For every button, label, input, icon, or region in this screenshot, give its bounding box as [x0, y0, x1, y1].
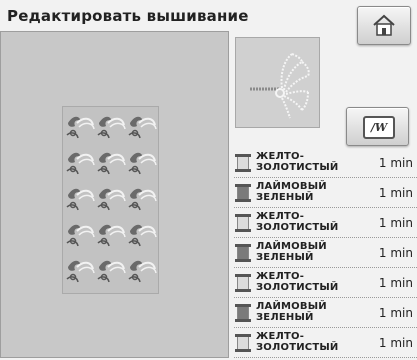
- stitch-view-icon: /W: [363, 116, 395, 139]
- thread-name: ЛАЙМОВЫЙ ЗЕЛЕНЫЙ: [256, 181, 327, 203]
- thread-name: ЛАЙМОВЫЙ ЗЕЛЕНЫЙ: [256, 241, 327, 263]
- thread-time: 1 min: [378, 246, 413, 260]
- thread-time: 1 min: [378, 216, 413, 230]
- thread-time: 1 min: [378, 306, 413, 320]
- spool-icon: [235, 244, 251, 262]
- thread-time: 1 min: [378, 186, 413, 200]
- thread-row[interactable]: ЛАЙМОВЫЙ ЗЕЛЕНЫЙ 1 min: [234, 178, 417, 208]
- thread-row[interactable]: ЖЕЛТО- ЗОЛОТИСТЫЙ 1 min: [234, 208, 417, 238]
- spool-icon: [235, 214, 251, 232]
- thread-name: ЖЕЛТО- ЗОЛОТИСТЫЙ: [256, 151, 339, 173]
- thread-row[interactable]: ЖЕЛТО- ЗОЛОТИСТЫЙ 1 min: [234, 148, 417, 178]
- thread-time: 1 min: [378, 276, 413, 290]
- thread-name: ЖЕЛТО- ЗОЛОТИСТЫЙ: [256, 211, 339, 233]
- thread-time: 1 min: [378, 156, 413, 170]
- thread-row[interactable]: ЖЕЛТО- ЗОЛОТИСТЫЙ 1 min: [234, 328, 417, 358]
- spool-icon: [235, 334, 251, 352]
- embroidery-pattern-graphic: [66, 115, 157, 283]
- thread-name: ЖЕЛТО- ЗОЛОТИСТЫЙ: [256, 271, 339, 293]
- embroidery-canvas[interactable]: [0, 31, 229, 358]
- thread-row[interactable]: ЛАЙМОВЫЙ ЗЕЛЕНЫЙ 1 min: [234, 298, 417, 328]
- thread-name: ЛАЙМОВЫЙ ЗЕЛЕНЫЙ: [256, 301, 327, 323]
- spool-icon: [235, 184, 251, 202]
- spool-icon: [235, 274, 251, 292]
- thread-time: 1 min: [378, 336, 413, 350]
- home-icon: [373, 14, 395, 36]
- home-button[interactable]: [357, 6, 411, 45]
- thread-color-list[interactable]: ЖЕЛТО- ЗОЛОТИСТЫЙ 1 min ЛАЙМОВЫЙ ЗЕЛЕНЫЙ…: [234, 148, 417, 358]
- embroidery-pattern[interactable]: [62, 106, 159, 294]
- page-title: Редактировать вышивание: [7, 7, 249, 25]
- thread-row[interactable]: ЖЕЛТО- ЗОЛОТИСТЫЙ 1 min: [234, 268, 417, 298]
- thread-row[interactable]: ЛАЙМОВЫЙ ЗЕЛЕНЫЙ 1 min: [234, 238, 417, 268]
- pattern-preview: [235, 37, 320, 128]
- preview-fan-graphic: [250, 53, 310, 119]
- spool-icon: [235, 154, 251, 172]
- stitch-view-button[interactable]: /W: [346, 107, 409, 146]
- spool-icon: [235, 304, 251, 322]
- thread-name: ЖЕЛТО- ЗОЛОТИСТЫЙ: [256, 331, 339, 353]
